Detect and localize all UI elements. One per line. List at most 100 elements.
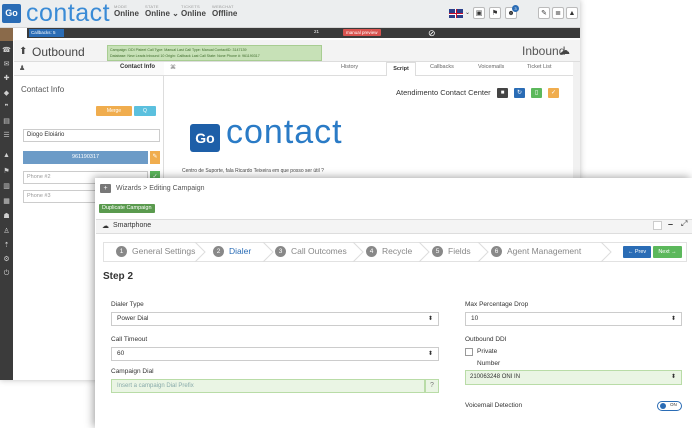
step-general-settings[interactable]: 1 General Settings <box>116 246 195 257</box>
ddi-number-select[interactable]: 210063248 ONI IN ⬍ <box>465 370 682 385</box>
step-separator <box>352 242 364 262</box>
chevron-down-icon[interactable]: ⌄ <box>465 9 470 16</box>
step-label: General Settings <box>132 246 196 256</box>
manual-preview-badge: manual preview <box>343 29 381 36</box>
sidebar-tools-icon[interactable]: ✚ <box>2 75 11 82</box>
call-timeout-value: 60 <box>117 350 125 357</box>
voicemail-detection-label: Voicemail Detection <box>465 402 523 409</box>
sidebar-person-icon[interactable]: ♙ <box>2 228 11 235</box>
sidebar-users-icon[interactable]: ☗ <box>2 213 11 220</box>
status-state[interactable]: STATE Online ⌄ <box>145 4 179 18</box>
agent-avatar[interactable] <box>0 28 13 41</box>
tab-script[interactable]: Script <box>386 62 416 76</box>
contact-name-field[interactable]: Diogo Eloiário <box>23 129 160 142</box>
step-separator <box>600 242 612 262</box>
flag-toggle-icon[interactable]: ⚑ <box>489 7 501 19</box>
call-timeout-select[interactable]: 60 ⬍ <box>111 347 439 361</box>
campaign-dial-label: Campaign Dial <box>111 368 154 375</box>
edit-phone-button[interactable]: ✎ <box>150 151 160 164</box>
pause-status-icon[interactable]: ⊘ <box>428 28 436 38</box>
panel-option-checkbox[interactable] <box>653 221 662 230</box>
step-number: 3 <box>275 246 286 257</box>
script-document-button[interactable]: ▯ <box>531 88 542 98</box>
campaign-dial-input[interactable]: Insert a campaign Dial Prefix <box>111 379 425 393</box>
minimize-icon[interactable]: – <box>668 219 673 229</box>
list-icon[interactable]: ≣ <box>552 7 564 19</box>
tab-voicemails[interactable]: Voicemails <box>478 64 504 70</box>
duplicate-campaign-button[interactable]: Duplicate Campaign <box>99 204 155 213</box>
status-tickets-value: Online <box>181 9 206 18</box>
private-label: Private <box>477 348 498 355</box>
step-fields[interactable]: 5 Fields <box>432 246 471 257</box>
prev-button[interactable]: ← Prev <box>623 246 651 258</box>
step-agent-management[interactable]: 6 Agent Management <box>491 246 581 257</box>
max-drop-label: Max Percentage Drop <box>465 301 529 308</box>
wizard-plus-icon: + <box>100 184 111 193</box>
sidebar-chat-icon[interactable]: ✉ <box>2 61 11 68</box>
contact-info-title: Contact Info <box>21 85 65 94</box>
merge-button[interactable]: Merge <box>96 106 132 116</box>
dialer-type-select[interactable]: Power Dial ⬍ <box>111 312 439 326</box>
brand-name: contact <box>26 0 111 27</box>
callbacks-counter[interactable]: Callbacks: 5 <box>29 29 64 37</box>
sidebar-quote-icon[interactable]: ❞ <box>2 104 11 111</box>
sidebar-docs-icon[interactable]: ▤ <box>2 118 11 125</box>
sidebar-calendar-icon[interactable]: ▦ <box>2 198 11 205</box>
sidebar-upload-icon[interactable]: ⇡ <box>2 242 11 249</box>
breadcrumb: Wizards > Editing Campaign <box>116 185 205 192</box>
sidebar-messages-icon[interactable]: ◆ <box>2 90 11 97</box>
callback-bar <box>27 28 580 38</box>
phone-1-field[interactable]: 961190317 <box>23 151 148 164</box>
edit-icon[interactable]: ✎ <box>538 7 550 19</box>
sidebar-contacts-icon[interactable]: ☎ <box>2 47 11 54</box>
tab-history[interactable]: History <box>341 64 358 70</box>
campaign-info-box: Campaign: DDI Pisteel Call Type: Manual … <box>107 45 322 61</box>
step-dialer[interactable]: 2 Dialer <box>213 246 251 257</box>
expand-icon[interactable]: ⤢ <box>681 219 687 229</box>
sidebar-like-icon[interactable]: ▲ <box>2 152 11 159</box>
script-confirm-button[interactable]: ✓ <box>548 88 559 98</box>
tab-contact-info[interactable]: Contact Info <box>120 64 155 70</box>
status-mode-value: Online <box>114 9 139 18</box>
status-tickets[interactable]: TICKETS Online <box>181 4 206 18</box>
phone-3-field[interactable]: Phone #3 <box>23 190 103 203</box>
lock-icon[interactable]: ▲ <box>566 7 578 19</box>
step-number: 5 <box>432 246 443 257</box>
screen-icon[interactable]: ▣ <box>473 7 485 19</box>
status-webchat[interactable]: WEBCHAT Offline <box>212 4 237 18</box>
status-webchat-value: Offline <box>212 9 238 18</box>
next-button[interactable]: Next → <box>653 246 682 258</box>
script-logo-text: contact <box>226 113 343 151</box>
flag-icon[interactable] <box>449 9 463 18</box>
outbound-upload-icon: ⬆ <box>19 46 28 57</box>
tab-ticket-list[interactable]: Ticket List <box>527 64 552 70</box>
tab-callbacks[interactable]: Callbacks <box>430 64 454 70</box>
step-call-outcomes[interactable]: 3 Call Outcomes <box>275 246 347 257</box>
step-separator <box>262 242 274 262</box>
call-timer: 21 <box>314 29 320 34</box>
notification-badge: 3 <box>512 5 519 12</box>
outbound-ddi-label: Outbound DDI <box>465 336 507 343</box>
toggle-state-label: ON <box>670 402 677 407</box>
sidebar-chart-icon[interactable]: ▥ <box>2 183 11 190</box>
dialer-type-value: Power Dial <box>117 315 149 322</box>
outbound-label: Outbound <box>32 45 85 59</box>
status-mode[interactable]: MODE Online <box>114 4 139 18</box>
max-drop-select[interactable]: 10 ⬍ <box>465 312 682 326</box>
select-caret-icon: ⬍ <box>670 374 676 380</box>
help-icon[interactable]: ? <box>425 379 439 393</box>
sidebar-list-icon[interactable]: ☰ <box>2 132 11 139</box>
select-caret-icon: ⬍ <box>427 351 433 357</box>
script-greeting-text: Centro de Suporte, fala Ricardo Teixeira… <box>182 168 324 174</box>
attachment-icon: ⌘ <box>170 65 176 71</box>
private-checkbox[interactable] <box>465 348 473 356</box>
step-recycle[interactable]: 4 Recycle <box>366 246 412 257</box>
search-contact-button[interactable]: Q <box>134 106 156 116</box>
sidebar-settings-icon[interactable]: ⚙ <box>2 256 11 263</box>
step-label: Call Outcomes <box>291 246 347 256</box>
sidebar-logout-icon[interactable]: ⏻ <box>2 270 11 277</box>
cloud-icon: ☁ <box>559 45 570 57</box>
sidebar-flag-icon[interactable]: ⚑ <box>2 168 11 175</box>
script-reload-button[interactable]: ↻ <box>514 88 525 98</box>
script-fullscreen-button[interactable]: ■ <box>497 88 508 98</box>
